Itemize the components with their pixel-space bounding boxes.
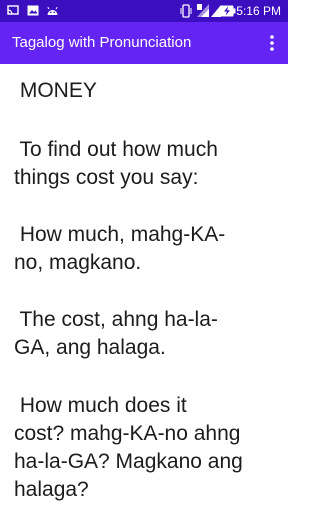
section-heading: MONEY <box>14 79 97 102</box>
phone-screen: 5:16 PM Tagalog with Pronunciation MONEY… <box>0 0 288 512</box>
overflow-menu-icon <box>270 35 274 51</box>
vibrate-icon <box>180 4 192 18</box>
phrase-content: MONEY To find out how much things cost y… <box>0 64 288 512</box>
battery-charging-icon <box>220 5 236 17</box>
android-icon <box>47 6 58 15</box>
status-time: 5:16 PM <box>236 4 281 18</box>
cast-icon <box>7 5 19 15</box>
status-bar: 5:16 PM <box>0 0 288 22</box>
image-icon <box>27 5 39 16</box>
app-bar: Tagalog with Pronunciation <box>0 22 288 64</box>
overflow-menu-button[interactable] <box>264 32 280 54</box>
phrase-paragraph: How much does it cost? mahg-KA-no ahng h… <box>14 394 243 501</box>
phrase-paragraph: How much, mahg-KA- no, magkano. <box>14 223 226 274</box>
phrase-paragraph: The cost, ahng ha-la- GA, ang halaga. <box>14 308 218 359</box>
sim-signal-icon <box>197 4 209 17</box>
phrase-paragraph: To find out how much things cost you say… <box>14 138 218 189</box>
app-title: Tagalog with Pronunciation <box>12 34 192 51</box>
